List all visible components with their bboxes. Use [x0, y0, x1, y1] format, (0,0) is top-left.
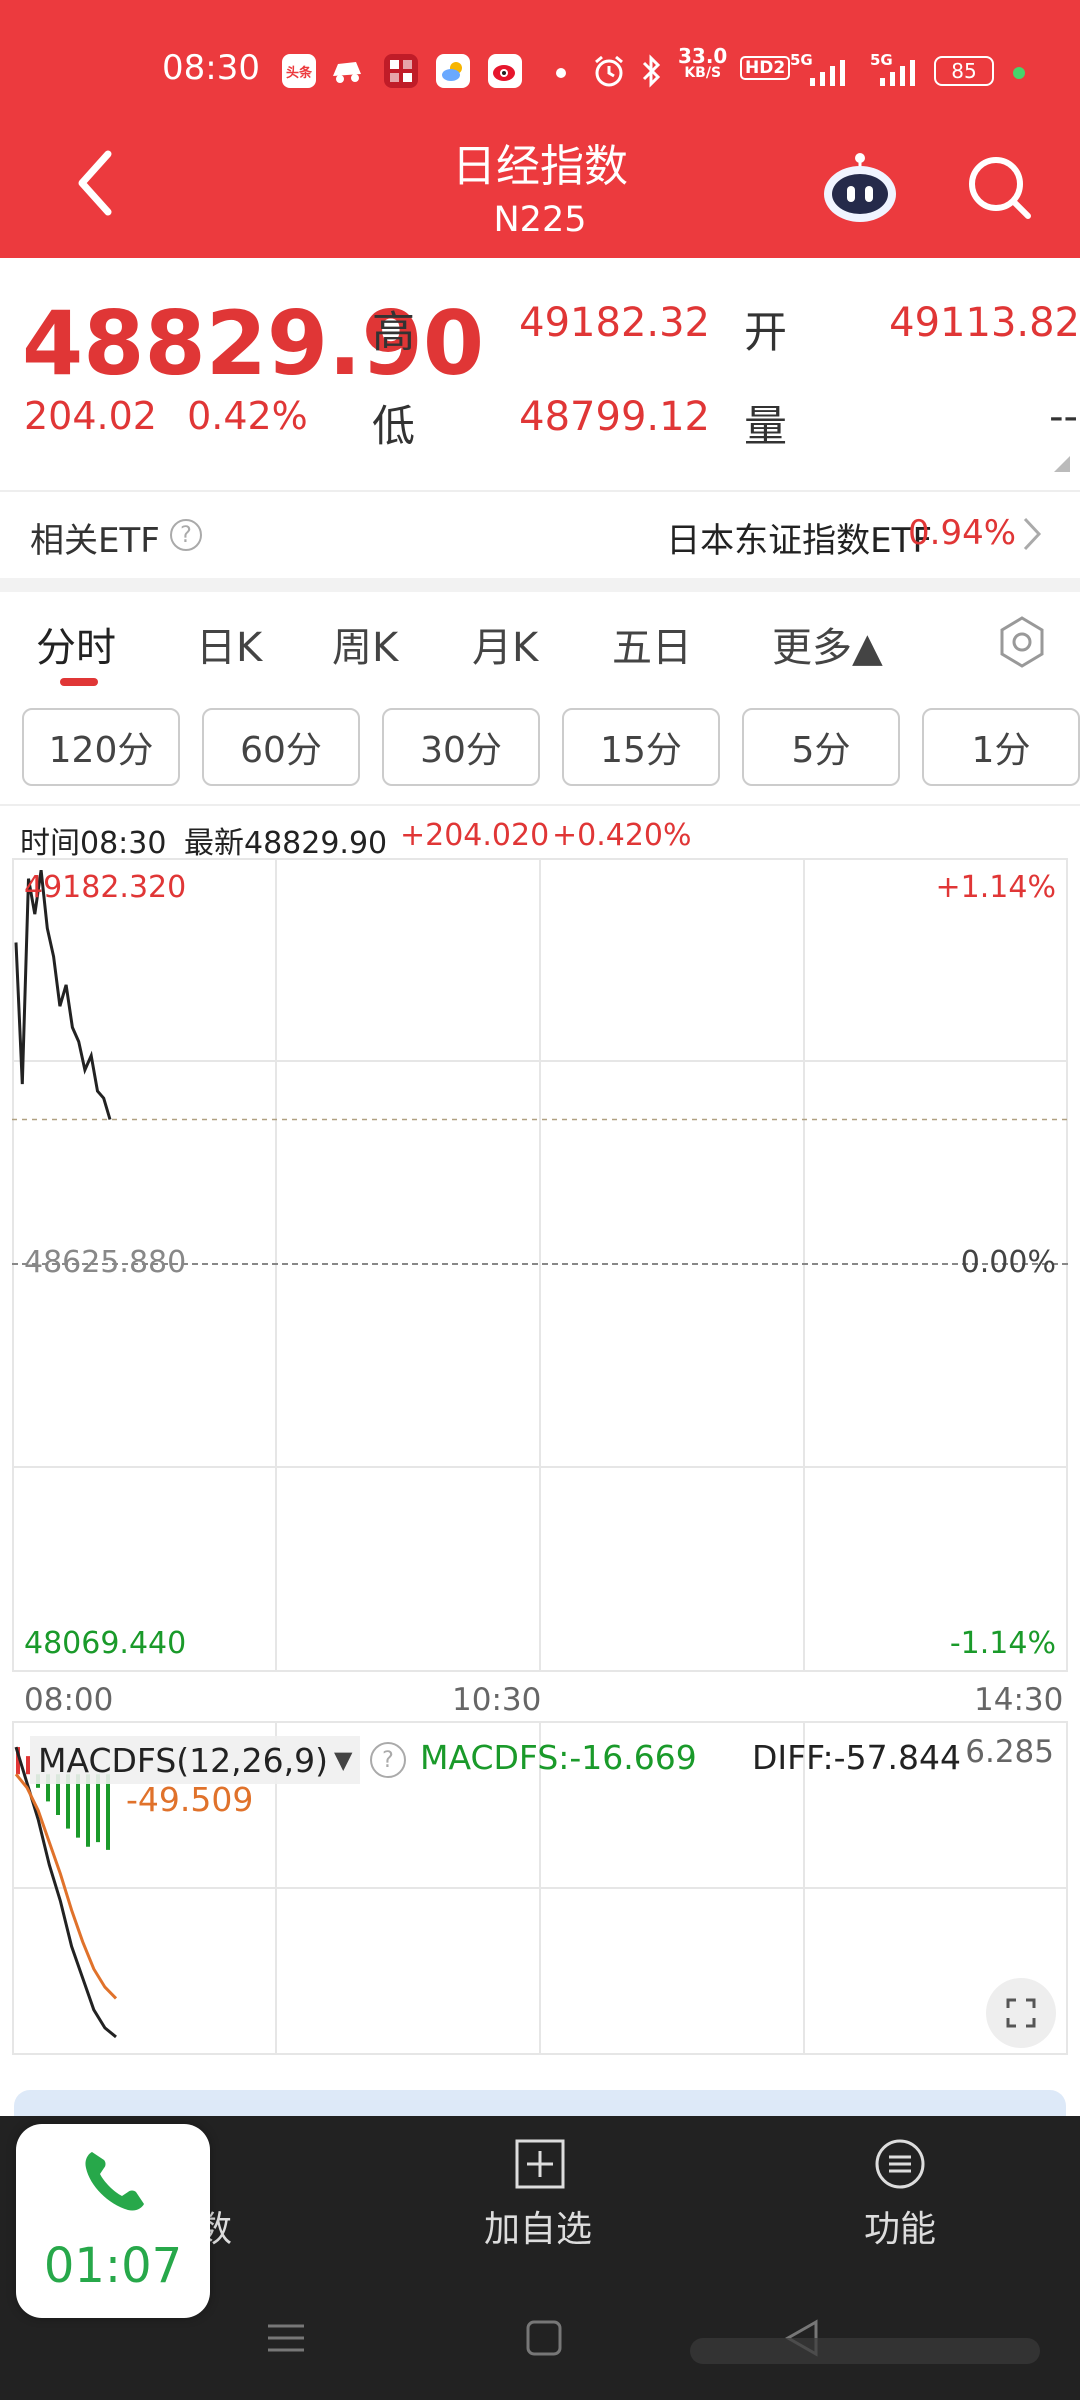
- macd-help-icon[interactable]: ?: [370, 1742, 406, 1778]
- fullscreen-icon: [1006, 1998, 1036, 2028]
- chart-grid: [12, 858, 1068, 2055]
- page-subtitle: N225: [493, 200, 587, 240]
- period-120min-button[interactable]: 120分: [22, 708, 180, 786]
- status-time: 08:30: [162, 48, 260, 88]
- weather-icon: [436, 54, 470, 88]
- cell-signal-icon: [880, 60, 915, 86]
- toutiao-icon: 头条: [282, 54, 316, 88]
- dropdown-icon[interactable]: ▼: [334, 1746, 352, 1774]
- price-axis-mid: 48625.880: [24, 1245, 187, 1280]
- price-axis-high: 49182.320: [24, 870, 187, 905]
- etf-name: 日本东证指数ETF: [666, 521, 932, 561]
- add-watchlist-icon[interactable]: [514, 2138, 566, 2190]
- tab-five-day[interactable]: 五日: [612, 615, 692, 673]
- high-label: 高: [372, 308, 415, 358]
- page-title: 日经指数: [452, 141, 628, 192]
- settings-icon[interactable]: [994, 614, 1050, 670]
- chart-info-change: +204.020: [400, 818, 550, 853]
- time-label-start: 08:00: [24, 1682, 114, 1718]
- open-label: 开: [744, 308, 787, 358]
- net-speed: 33.0 KB/S: [678, 44, 728, 81]
- system-menu-icon[interactable]: [264, 2316, 308, 2360]
- high-value: 49182.32: [519, 300, 710, 346]
- intraday-chart[interactable]: [12, 858, 1068, 2058]
- dot-icon: [556, 68, 566, 78]
- tab-intraday[interactable]: 分时: [36, 615, 116, 673]
- wifi-signal-icon: [810, 60, 845, 86]
- pct-axis-mid: 0.00%: [960, 1245, 1056, 1280]
- app-header: 08:30 头条 33.0 KB/S HD2 5G 5G 85 日经指数 N22…: [0, 0, 1080, 258]
- low-label: 低: [372, 402, 415, 452]
- menu-circle-icon[interactable]: [874, 2138, 926, 2190]
- phone-icon: [85, 2152, 144, 2211]
- macd-indicator-name[interactable]: MACDFS(12,26,9): [38, 1741, 328, 1780]
- battery-indicator: 85: [934, 56, 994, 86]
- chart-info-latest: 最新48829.90: [184, 826, 388, 861]
- macd-chart: [14, 1746, 118, 2039]
- robot-assistant-icon[interactable]: [820, 148, 900, 228]
- pct-axis-high: +1.14%: [935, 870, 1056, 905]
- related-etf-row[interactable]: 相关ETF ? 日本东证指数ETF 0.94%: [0, 493, 1080, 575]
- price-line: [14, 869, 112, 1120]
- etf-label: 相关ETF: [30, 521, 160, 561]
- corner-expand-icon[interactable]: [1052, 454, 1072, 474]
- change-value: 204.02: [24, 394, 157, 438]
- section-divider: [0, 578, 1080, 592]
- privacy-dot: [1013, 67, 1025, 79]
- nav-item-functions[interactable]: 功能: [864, 2200, 936, 2252]
- alarm-icon: [595, 55, 623, 87]
- period-15min-button[interactable]: 15分: [562, 708, 720, 786]
- divider: [0, 804, 1080, 806]
- system-home-icon[interactable]: [522, 2316, 566, 2360]
- call-duration: 01:07: [43, 2238, 183, 2294]
- volume-label: 量: [744, 402, 787, 452]
- chart-info-time: 时间08:30: [20, 826, 167, 861]
- pct-axis-low: -1.14%: [949, 1626, 1056, 1661]
- period-1min-button[interactable]: 1分: [922, 708, 1080, 786]
- chart-info-change-pct: +0.420%: [552, 818, 692, 853]
- hd-badge: HD2: [740, 56, 791, 80]
- macd-top-value: 6.285: [965, 1734, 1054, 1770]
- game-icon: [384, 54, 418, 88]
- chevron-right-icon: [1023, 517, 1042, 551]
- price-change: 204.02 0.42%: [24, 394, 308, 438]
- weibo-icon: [488, 54, 522, 88]
- etf-change: 0.94%: [908, 513, 1017, 553]
- watermark-image: [690, 2338, 1040, 2364]
- macd-legend: MACDFS(12,26,9) ▼: [30, 1736, 361, 1784]
- period-5min-button[interactable]: 5分: [742, 708, 900, 786]
- low-value: 48799.12: [519, 394, 710, 440]
- time-label-mid: 10:30: [452, 1682, 542, 1718]
- status-bar: 08:30 头条 33.0 KB/S HD2 5G 5G 85: [0, 40, 1080, 100]
- macdfs-value: MACDFS:-16.669: [420, 1738, 697, 1777]
- volume-value: --: [1049, 394, 1078, 440]
- divider: [0, 490, 1080, 492]
- dea-value: -49.509: [126, 1780, 254, 1819]
- bluetooth-icon: [642, 54, 661, 88]
- tab-monthly-k[interactable]: 月K: [472, 615, 538, 673]
- help-icon[interactable]: ?: [170, 519, 202, 551]
- car-icon: [330, 54, 364, 88]
- price-series-line: [14, 869, 112, 1120]
- active-tab-indicator: [60, 678, 98, 686]
- fullscreen-button[interactable]: [986, 1978, 1056, 2048]
- diff-value: DIFF:-57.844: [752, 1738, 962, 1777]
- call-widget[interactable]: 01:07: [16, 2124, 210, 2318]
- period-60min-button[interactable]: 60分: [202, 708, 360, 786]
- period-30min-button[interactable]: 30分: [382, 708, 540, 786]
- time-label-end: 14:30: [974, 1682, 1064, 1718]
- price-axis-low: 48069.440: [24, 1626, 187, 1661]
- search-icon[interactable]: [964, 152, 1034, 222]
- nav-item-add-watchlist[interactable]: 加自选: [484, 2200, 592, 2252]
- open-value: 49113.82: [889, 300, 1080, 346]
- change-percent: 0.42%: [187, 394, 308, 438]
- tab-daily-k[interactable]: 日K: [196, 615, 262, 673]
- tab-more[interactable]: 更多▲: [772, 615, 883, 673]
- tab-weekly-k[interactable]: 周K: [332, 615, 398, 673]
